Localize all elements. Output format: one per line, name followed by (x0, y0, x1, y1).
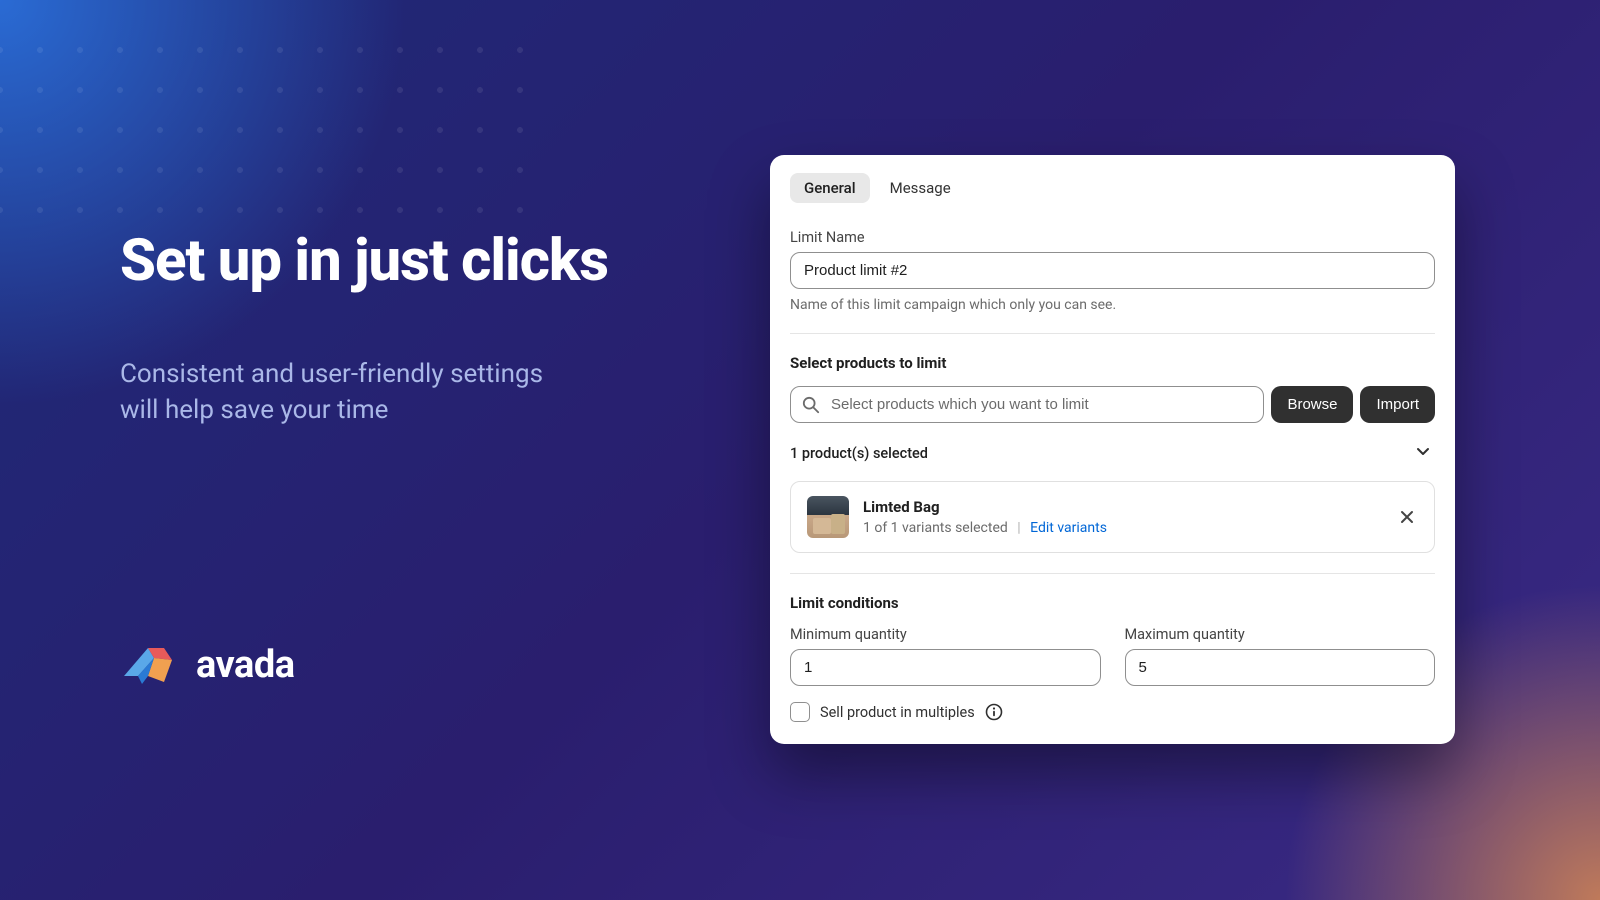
chevron-down-icon[interactable] (1411, 439, 1435, 467)
tabs: General Message (790, 173, 1435, 203)
search-input-wrap (790, 386, 1264, 423)
hero-subtitle-line1: Consistent and user-friendly settings (120, 359, 543, 389)
settings-card: General Message Limit Name Name of this … (770, 155, 1455, 744)
hero-title: Set up in just clicks (120, 230, 680, 294)
brand-logo: avada (120, 640, 295, 690)
selected-row: 1 product(s) selected (790, 439, 1435, 467)
product-name: Limted Bag (863, 498, 1382, 516)
sell-multiples-label: Sell product in multiples (820, 704, 975, 721)
quantity-row: Minimum quantity Maximum quantity (790, 626, 1435, 686)
remove-product-button[interactable] (1396, 501, 1418, 533)
browse-button[interactable]: Browse (1271, 386, 1353, 423)
product-info: Limted Bag 1 of 1 variants selected | Ed… (863, 498, 1382, 536)
search-icon (802, 396, 820, 414)
divider (790, 333, 1435, 334)
hero-section: Set up in just clicks Consistent and use… (120, 230, 680, 429)
import-button[interactable]: Import (1360, 386, 1435, 423)
brand-name: avada (196, 643, 295, 687)
tab-general[interactable]: General (790, 173, 870, 203)
selected-count: 1 product(s) selected (790, 445, 928, 462)
min-qty-input[interactable] (790, 649, 1101, 686)
dots-pattern (0, 30, 540, 230)
limit-name-label: Limit Name (790, 229, 1435, 246)
sell-multiples-checkbox[interactable] (790, 702, 810, 722)
divider (790, 573, 1435, 574)
min-qty-label: Minimum quantity (790, 626, 1101, 643)
product-search-input[interactable] (790, 386, 1264, 423)
product-card: Limted Bag 1 of 1 variants selected | Ed… (790, 481, 1435, 553)
limit-conditions-title: Limit conditions (790, 594, 1435, 612)
hero-subtitle: Consistent and user-friendly settings wi… (120, 356, 680, 429)
edit-variants-link[interactable]: Edit variants (1030, 520, 1107, 536)
product-thumbnail (807, 496, 849, 538)
variants-selected-text: 1 of 1 variants selected (863, 520, 1008, 536)
max-qty-label: Maximum quantity (1125, 626, 1436, 643)
select-products-title: Select products to limit (790, 354, 1435, 372)
limit-name-input[interactable] (790, 252, 1435, 289)
separator: | (1017, 520, 1020, 536)
avada-logo-icon (120, 640, 182, 690)
max-qty-input[interactable] (1125, 649, 1436, 686)
info-icon[interactable] (985, 703, 1003, 721)
tab-message[interactable]: Message (876, 173, 965, 203)
search-row: Browse Import (790, 386, 1435, 423)
hero-subtitle-line2: will help save your time (120, 395, 388, 425)
limit-name-help: Name of this limit campaign which only y… (790, 297, 1435, 313)
multiples-row: Sell product in multiples (790, 702, 1435, 722)
product-subtext: 1 of 1 variants selected | Edit variants (863, 520, 1382, 536)
